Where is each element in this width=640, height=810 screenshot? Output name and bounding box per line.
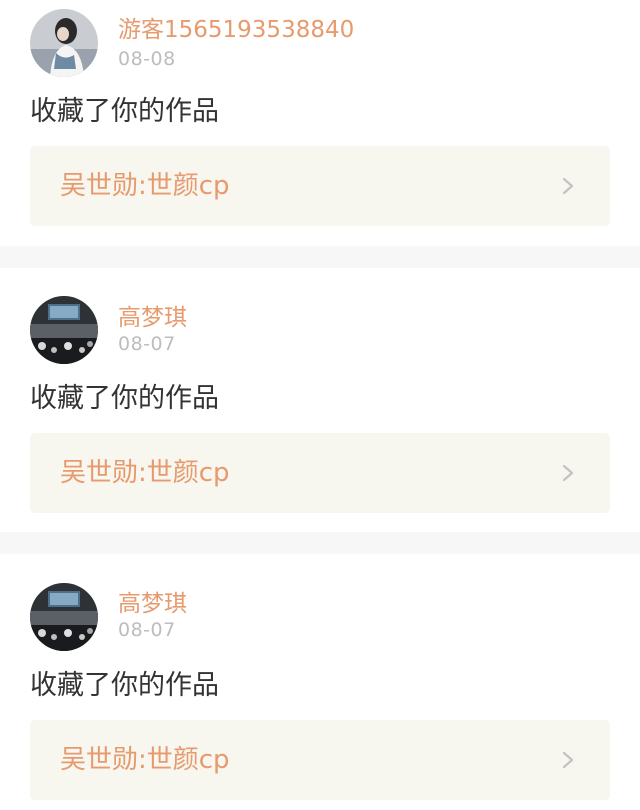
notification-card: 游客1565193538840 08-08 收藏了你的作品 吴世勋:世颜cp — [0, 0, 640, 246]
avatar-girl-photo-icon — [30, 9, 98, 77]
section-divider — [0, 532, 640, 554]
avatar-concert-photo-icon — [30, 583, 98, 651]
section-divider — [0, 246, 640, 268]
notification-card: 高梦琪 08-07 收藏了你的作品 吴世勋:世颜cp — [0, 554, 640, 810]
notification-date: 08-08 — [118, 48, 176, 70]
chevron-right-icon — [562, 177, 574, 195]
user-avatar[interactable] — [30, 9, 98, 77]
action-text: 收藏了你的作品 — [30, 383, 219, 414]
notification-card: 高梦琪 08-07 收藏了你的作品 吴世勋:世颜cp — [0, 268, 640, 532]
work-title: 吴世勋:世颜cp — [60, 745, 230, 775]
action-text: 收藏了你的作品 — [30, 670, 219, 701]
chevron-right-icon — [562, 464, 574, 482]
work-title: 吴世勋:世颜cp — [60, 171, 230, 201]
action-text: 收藏了你的作品 — [30, 96, 219, 127]
user-avatar[interactable] — [30, 583, 98, 651]
user-avatar[interactable] — [30, 296, 98, 364]
notification-date: 08-07 — [118, 333, 176, 355]
work-title: 吴世勋:世颜cp — [60, 458, 230, 488]
work-link[interactable]: 吴世勋:世颜cp — [30, 146, 610, 226]
work-link[interactable]: 吴世勋:世颜cp — [30, 720, 610, 800]
username[interactable]: 高梦琪 — [118, 591, 187, 617]
work-link[interactable]: 吴世勋:世颜cp — [30, 433, 610, 513]
username[interactable]: 高梦琪 — [118, 305, 187, 331]
avatar-concert-photo-icon — [30, 296, 98, 364]
chevron-right-icon — [562, 751, 574, 769]
notification-date: 08-07 — [118, 619, 176, 641]
username[interactable]: 游客1565193538840 — [118, 17, 354, 43]
